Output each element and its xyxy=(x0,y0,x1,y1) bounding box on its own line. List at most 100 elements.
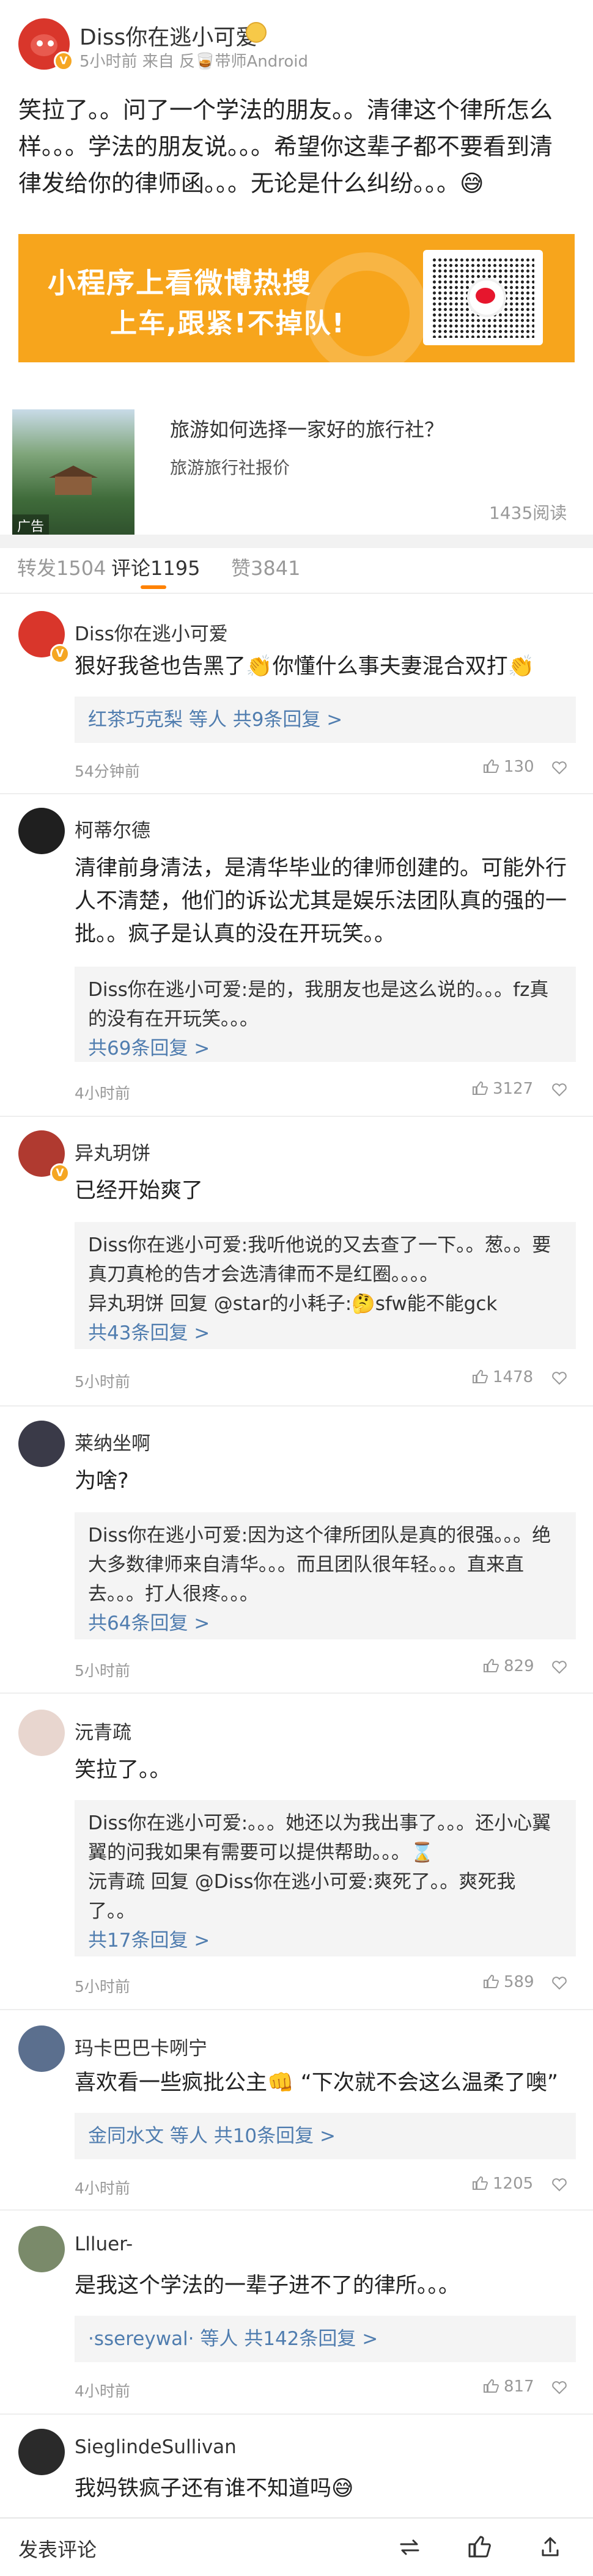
heart-icon[interactable] xyxy=(551,1975,567,1990)
thumb-up-icon xyxy=(484,2379,499,2393)
comment-text: 是我这个学法的一辈子进不了的律所。。。 xyxy=(75,2274,460,2298)
verified-badge-icon: V xyxy=(50,644,70,664)
repost-icon[interactable] xyxy=(397,2536,422,2559)
commenter-avatar[interactable] xyxy=(18,1421,65,1467)
thumb-up-icon xyxy=(484,759,499,773)
thumb-up-icon xyxy=(473,2176,488,2190)
comment-text: 我妈铁疯子还有谁不知道吗😅 xyxy=(75,2476,354,2501)
ad-subtitle: 旅游旅行社报价 xyxy=(170,458,290,478)
heart-icon[interactable] xyxy=(551,2380,567,2395)
heart-icon[interactable] xyxy=(551,760,567,775)
comment-time: 4小时前 xyxy=(75,2179,130,2197)
like-count: 829 xyxy=(504,1657,534,1675)
bottom-action-bar: 发表评论 xyxy=(0,2517,593,2576)
post-body: 笑拉了。。问了一个学法的朋友。。清律这个律所怎么样。。。学法的朋友说。。。希望你… xyxy=(18,97,553,197)
like-button[interactable]: 130 xyxy=(483,758,534,776)
reply-line[interactable]: 共69条回复 > xyxy=(88,1034,562,1063)
commenter-name[interactable]: Llluer- xyxy=(75,2233,133,2255)
reply-summary[interactable]: Diss你在逃小可爱:我听他说的又去查了一下。。葱。。要真刀真枪的告才会选清律而… xyxy=(75,1222,576,1349)
comment-divider xyxy=(0,1116,593,1117)
commenter-name[interactable]: 异丸玥饼 xyxy=(75,1138,150,1165)
heart-icon[interactable] xyxy=(551,1659,567,1674)
reply-line: 沅青疏 回复 @Diss你在逃小可爱:爽死了。。爽死我了。。 xyxy=(88,1871,516,1922)
comment-time: 5小时前 xyxy=(75,1978,130,1996)
comment-time: 5小时前 xyxy=(75,1662,130,1680)
thumb-up-icon xyxy=(484,1658,499,1672)
qr-code xyxy=(423,250,543,345)
reply-line: Diss你在逃小可爱:因为这个律所团队是真的很强。。。绝大多数律师来自清华。。。… xyxy=(88,1524,551,1605)
reply-line[interactable]: 共17条回复 > xyxy=(88,1926,562,1955)
reply-summary[interactable]: 金同水文 等人 共10条回复 > xyxy=(75,2113,576,2159)
ad-tag: 广告 xyxy=(12,514,50,536)
reply-summary[interactable]: Diss你在逃小可爱:是的，我朋友也是这么说的。。。fz真的没有在开玩笑。。。 … xyxy=(75,967,576,1062)
comment-divider xyxy=(0,2009,593,2010)
like-button[interactable]: 817 xyxy=(483,2377,534,2396)
reply-line[interactable]: 共64条回复 > xyxy=(88,1609,562,1638)
commenter-name[interactable]: 柯蒂尔德 xyxy=(75,815,150,843)
thumb-up-icon xyxy=(473,1369,488,1383)
ad-read-count: 1435阅读 xyxy=(489,503,567,523)
reply-line: Diss你在逃小可爱:是的，我朋友也是这么说的。。。fz真的没有在开玩笑。。。 xyxy=(88,979,549,1030)
active-tab-indicator xyxy=(141,585,166,589)
like-button[interactable]: 3127 xyxy=(472,1080,533,1098)
like-button[interactable]: 589 xyxy=(483,1973,534,1991)
reply-summary[interactable]: 红茶巧克梨 等人 共9条回复 > xyxy=(75,697,576,743)
commenter-name[interactable]: 玛卡巴巴卡咧宁 xyxy=(75,2033,207,2060)
comment-text: 已经开始爽了 xyxy=(75,1179,204,1203)
reply-summary[interactable]: ·ssereywal· 等人 共142条回复 > xyxy=(75,2316,576,2362)
member-badge-icon xyxy=(246,22,267,43)
tab-repost[interactable]: 转发1504 xyxy=(17,553,106,581)
like-post-icon[interactable] xyxy=(467,2534,492,2559)
reply-line: Diss你在逃小可爱:。。。她还以为我出事了。。。还小心翼翼的问我如果有需要可以… xyxy=(88,1812,551,1864)
banner-line-1: 小程序上看微博热搜 xyxy=(48,266,312,299)
reply-summary[interactable]: Diss你在逃小可爱:因为这个律所团队是真的很强。。。绝大多数律师来自清华。。。… xyxy=(75,1512,576,1639)
comment-time: 54分钟前 xyxy=(75,763,140,780)
comment-text: 狠好我爸也告黑了👏你懂什么事夫妻混合双打👏 xyxy=(75,654,535,679)
comment-input[interactable]: 发表评论 xyxy=(18,2534,97,2563)
like-button[interactable]: 1205 xyxy=(472,2175,533,2193)
mini-program-banner[interactable]: 小程序上看微博热搜 上车,跟紧!不掉队! xyxy=(18,234,575,362)
ad-title[interactable]: 旅游如何选择一家好的旅行社？ xyxy=(170,414,444,442)
tab-comment[interactable]: 评论1195 xyxy=(111,553,200,581)
commenter-name[interactable]: SieglindeSullivan xyxy=(75,2436,237,2458)
commenter-avatar[interactable] xyxy=(18,808,65,854)
thumb-up-icon xyxy=(473,1081,488,1095)
commenter-avatar[interactable] xyxy=(18,2025,65,2072)
commenter-avatar[interactable] xyxy=(18,2226,65,2272)
comment-time: 5小时前 xyxy=(75,1373,130,1391)
verified-badge-icon: V xyxy=(54,51,73,71)
comment-text: 为啥? xyxy=(75,1469,129,1493)
like-button[interactable]: 829 xyxy=(483,1657,534,1675)
heart-icon[interactable] xyxy=(551,2177,567,2192)
commenter-avatar[interactable] xyxy=(18,2429,65,2475)
commenter-name[interactable]: Diss你在逃小可爱 xyxy=(75,618,228,646)
reply-line[interactable]: 红茶巧克梨 等人 共9条回复 > xyxy=(88,705,562,734)
reply-line[interactable]: ·ssereywal· 等人 共142条回复 > xyxy=(88,2324,562,2354)
like-count: 3127 xyxy=(493,1080,534,1098)
comment-divider xyxy=(0,2413,593,2415)
like-button[interactable]: 1478 xyxy=(472,1368,533,1386)
heart-icon[interactable] xyxy=(551,1370,567,1385)
heart-icon[interactable] xyxy=(551,1082,567,1097)
comment-time: 4小时前 xyxy=(75,2382,130,2400)
reply-summary[interactable]: Diss你在逃小可爱:。。。她还以为我出事了。。。还小心翼翼的问我如果有需要可以… xyxy=(75,1800,576,1956)
comment-text: 笑拉了。。 xyxy=(75,1758,171,1782)
like-count: 130 xyxy=(504,758,534,776)
share-icon[interactable] xyxy=(538,2534,562,2559)
reply-line[interactable]: 共43条回复 > xyxy=(88,1319,562,1348)
comment-time: 4小时前 xyxy=(75,1085,130,1102)
verified-badge-icon: V xyxy=(50,1163,70,1183)
post-author-name[interactable]: Diss你在逃小可爱 xyxy=(79,20,257,51)
comment-divider xyxy=(0,1692,593,1694)
comment-text: 清律前身清法，是清华毕业的律师创建的。可能外行人不清楚，他们的诉讼尤其是娱乐法团… xyxy=(75,856,567,946)
tabs-divider xyxy=(0,593,593,594)
banner-line-2: 上车,跟紧!不掉队! xyxy=(110,308,345,339)
section-divider xyxy=(0,535,593,548)
commenter-avatar[interactable] xyxy=(18,1710,65,1756)
tab-like[interactable]: 赞3841 xyxy=(231,553,300,581)
commenter-name[interactable]: 沅青疏 xyxy=(75,1717,131,1744)
comment-divider xyxy=(0,793,593,794)
reply-line: Diss你在逃小可爱:我听他说的又去查了一下。。葱。。要真刀真枪的告才会选清律而… xyxy=(88,1234,551,1286)
commenter-name[interactable]: 莱纳坐啊 xyxy=(75,1428,150,1455)
reply-line[interactable]: 金同水文 等人 共10条回复 > xyxy=(88,2121,562,2151)
